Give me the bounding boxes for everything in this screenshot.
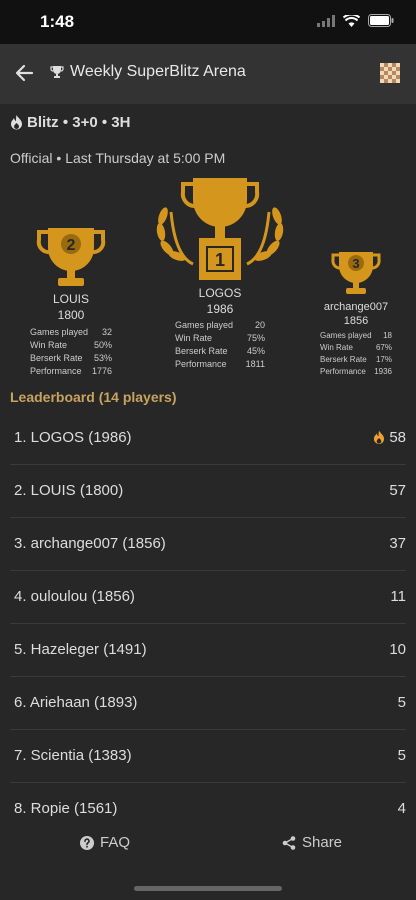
player-score: 58 — [389, 429, 406, 446]
podium-first: 1 LOGOS 1986 Games played 20 Win Rate 75% … — [153, 176, 287, 371]
faq-button[interactable]: FAQ — [80, 834, 130, 851]
leaderboard-row[interactable]: 3. archange007 (1856) 37 — [10, 518, 406, 571]
leaderboard-title: Leaderboard (14 players) — [10, 389, 177, 405]
podium-1-name: LOGOS — [198, 286, 242, 300]
trophy-first-icon: 1 — [156, 178, 284, 280]
stat-row: Win Rate 50% — [30, 340, 112, 350]
player-label: 1. LOGOS (1986) — [14, 429, 132, 446]
question-circle-icon — [80, 835, 94, 850]
leaderboard-row[interactable]: 1. LOGOS (1986) 58 — [10, 412, 406, 465]
score-cell: 58 — [373, 429, 406, 446]
player-score: 37 — [389, 535, 406, 552]
share-icon — [282, 835, 296, 850]
app-header: Weekly SuperBlitz Arena — [0, 44, 416, 104]
rank-3-text: 3 — [352, 256, 359, 271]
battery-icon — [368, 14, 394, 27]
podium-3-rating: 1856 — [343, 315, 369, 327]
podium-1-stats: Games played 20 Win Rate 75% Berserk Rate 4… — [175, 319, 265, 371]
status-icons — [317, 14, 394, 27]
player-label: 2. LOUIS (1800) — [14, 482, 124, 499]
page-title: Weekly SuperBlitz Arena — [70, 63, 246, 80]
leaderboard-row[interactable]: 4. ouloulou (1856) 11 — [10, 571, 406, 624]
player-label: 3. archange007 (1856) — [14, 535, 166, 552]
stat-row: Games played 20 — [175, 320, 265, 330]
rank-1-text: 1 — [215, 250, 225, 270]
back-arrow-icon[interactable] — [12, 60, 38, 86]
player-score: 4 — [397, 800, 406, 817]
home-indicator — [134, 886, 282, 891]
fire-icon — [11, 115, 22, 130]
trophy-third-icon: 3 — [331, 252, 381, 294]
status-time: 1:48 — [40, 12, 75, 31]
stat-row: Games played 18 — [320, 331, 392, 340]
wifi-icon — [343, 14, 360, 27]
trophy-icon — [50, 66, 64, 78]
podium-3-name: archange007 — [323, 301, 389, 313]
tournament-format: Blitz • 3+0 • 3H — [10, 114, 130, 131]
podium-2-rating: 1800 — [57, 308, 85, 322]
player-label: 5. Hazeleger (1491) — [14, 641, 147, 658]
stat-row: Win Rate 75% — [175, 333, 265, 343]
player-score: 57 — [389, 482, 406, 499]
podium-1-rating: 1986 — [206, 302, 234, 316]
player-score: 5 — [397, 694, 406, 711]
player-label: 7. Scientia (1383) — [14, 747, 132, 764]
fire-icon — [374, 430, 385, 444]
player-label: 4. ouloulou (1856) — [14, 588, 135, 605]
status-bar: 1:48 — [0, 0, 416, 44]
stat-row: Win Rate 67% — [320, 343, 392, 352]
podium-2-stats: Games played 32 Win Rate 50% Berserk Rate 5… — [30, 326, 112, 378]
player-score: 10 — [389, 641, 406, 658]
share-label: Share — [302, 834, 343, 851]
trophy-second-icon: 2 — [36, 228, 106, 286]
podium-third: 3 archange007 1856 Games played 18 Win Ra… — [320, 250, 392, 378]
stat-row: Berserk Rate 45% — [175, 346, 265, 356]
podium-2-name: LOUIS — [52, 292, 89, 306]
podium-3-stats: Games played 18 Win Rate 67% Berserk Rate 1… — [320, 330, 392, 378]
signal-icon — [317, 14, 335, 27]
leaderboard-row[interactable]: 6. Ariehaan (1893) 5 — [10, 677, 406, 730]
player-label: 8. Ropie (1561) — [14, 800, 118, 817]
title-wrap: Weekly SuperBlitz Arena — [50, 63, 246, 81]
share-button[interactable]: Share — [282, 834, 342, 851]
player-score: 5 — [397, 747, 406, 764]
stat-row: Berserk Rate 53% — [30, 353, 112, 363]
faq-label: FAQ — [100, 834, 131, 851]
stat-row: Games played 32 — [30, 327, 112, 337]
format-text: Blitz • 3+0 • 3H — [27, 114, 131, 131]
stat-row: Performance 1776 — [30, 366, 112, 376]
leaderboard-row[interactable]: 2. LOUIS (1800) 57 — [10, 465, 406, 518]
leaderboard-list: 1. LOGOS (1986) 58 2. LOUIS (1800) 57 3.… — [0, 412, 416, 835]
stat-row: Performance 1811 — [175, 359, 265, 369]
leaderboard-row[interactable]: 7. Scientia (1383) 5 — [10, 730, 406, 783]
stat-row: Berserk Rate 17% — [320, 355, 392, 364]
player-score: 11 — [390, 588, 406, 605]
schedule-text: Official • Last Thursday at 5:00 PM — [10, 150, 226, 166]
player-label: 6. Ariehaan (1893) — [14, 694, 138, 711]
chessboard-icon[interactable] — [380, 63, 400, 83]
leaderboard-row[interactable]: 5. Hazeleger (1491) 10 — [10, 624, 406, 677]
rank-2-text: 2 — [67, 237, 76, 254]
podium-second: 2 LOUIS 1800 Games played 32 Win Rate 50% … — [30, 226, 112, 378]
stat-row: Performance 1936 — [320, 367, 392, 376]
